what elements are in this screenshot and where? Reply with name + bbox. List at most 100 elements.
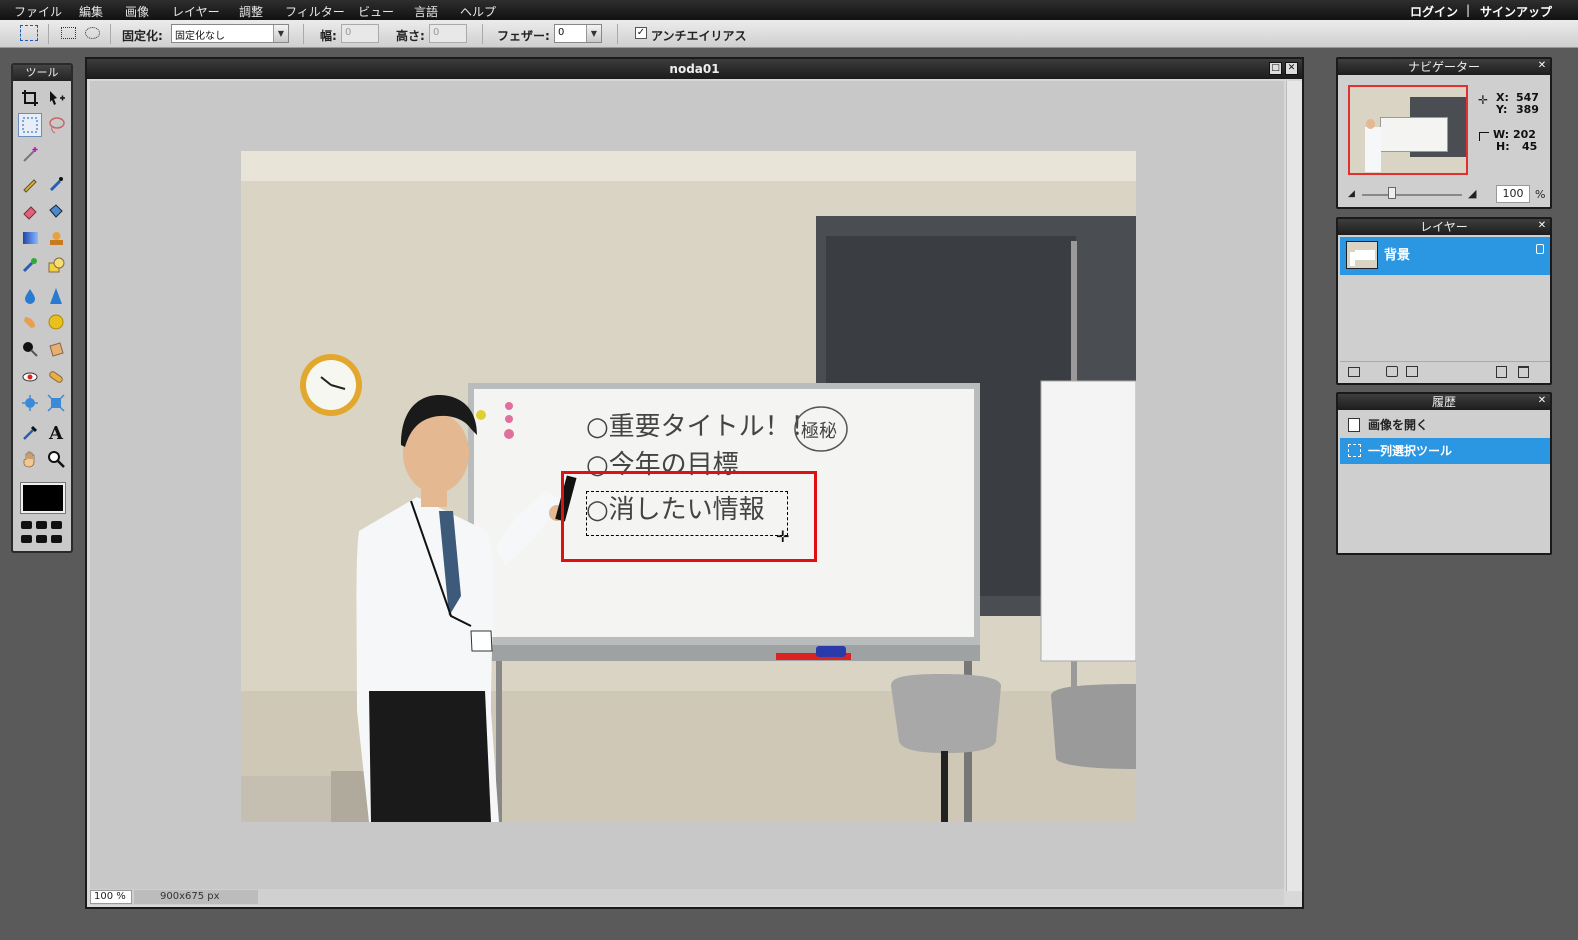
layer-style-icon[interactable] <box>1406 366 1418 377</box>
menu-language[interactable]: 言語 <box>414 3 438 20</box>
signup-link[interactable]: サインアップ <box>1480 3 1552 20</box>
tools-panel: ツール A <box>11 63 73 553</box>
fixed-select[interactable]: 固定化なし ▼ <box>171 24 289 43</box>
width-label: 幅: <box>320 29 337 43</box>
blur-tool-icon[interactable] <box>18 284 42 308</box>
layer-mask-icon[interactable] <box>1386 366 1398 377</box>
antialias-checkbox[interactable]: ✓ <box>635 27 647 39</box>
spot-heal-icon[interactable] <box>44 365 68 389</box>
document-title: noda01 <box>87 59 1302 79</box>
smudge-tool-icon[interactable] <box>18 310 42 334</box>
dodge-tool-icon[interactable] <box>44 337 68 361</box>
move-tool-icon[interactable] <box>44 86 68 110</box>
type-tool-icon[interactable]: A <box>44 421 68 445</box>
brush-tool-icon[interactable] <box>44 172 68 196</box>
gradient-tool-icon[interactable] <box>18 226 42 250</box>
menu-view[interactable]: ビュー <box>358 3 394 20</box>
menu-filter[interactable]: フィルター <box>285 3 345 20</box>
canvas-area[interactable]: ○重要タイトル！！ 極秘 ○今年の目標 ○消したい情報 ✛ <box>90 81 1284 891</box>
antialias-label: アンチエイリアス <box>651 29 747 43</box>
bloat-tool-icon[interactable] <box>18 391 42 415</box>
swatch-dot <box>21 521 32 529</box>
color-picker-icon[interactable] <box>18 421 42 445</box>
shape-tool-icon[interactable] <box>44 253 68 277</box>
chevron-down-icon[interactable]: ▼ <box>586 25 601 42</box>
history-title: 履歴 <box>1431 395 1456 409</box>
swatch-dot <box>21 535 32 543</box>
sponge-tool-icon[interactable] <box>44 310 68 334</box>
lasso-tool-icon[interactable] <box>44 113 68 137</box>
whiteboard-stamp: 極秘 <box>801 421 837 442</box>
history-item-selected[interactable]: 一列選択ツール <box>1340 438 1550 464</box>
zoom-slider-handle[interactable] <box>1388 187 1396 199</box>
image-canvas[interactable]: ○重要タイトル！！ 極秘 ○今年の目標 ○消したい情報 ✛ <box>241 151 1136 822</box>
swatch-dot <box>51 521 62 529</box>
magic-wand-icon[interactable] <box>18 142 42 166</box>
marquee-tool-icon[interactable] <box>18 113 42 137</box>
close-icon[interactable]: ✕ <box>1537 61 1547 71</box>
crop-tool-icon[interactable] <box>18 86 42 110</box>
width-field[interactable]: 0 <box>341 24 379 43</box>
pinch-tool-icon[interactable] <box>44 391 68 415</box>
ellipse-select-icon[interactable] <box>85 27 100 39</box>
close-icon[interactable]: ✕ <box>1537 396 1547 406</box>
pencil-tool-icon[interactable] <box>18 172 42 196</box>
lock-icon <box>1536 244 1544 254</box>
menu-bar: ファイル 編集 画像 レイヤー 調整 フィルター ビュー 言語 ヘルプ ログイン… <box>0 0 1578 20</box>
layer-row[interactable]: 背景 <box>1340 237 1550 275</box>
delete-layer-icon[interactable] <box>1518 366 1529 378</box>
menu-adjust[interactable]: 調整 <box>239 3 263 20</box>
height-label: 高さ: <box>396 29 425 43</box>
tools-title: ツール <box>13 65 71 81</box>
marquee-tool-icon <box>1348 444 1361 457</box>
menu-layer[interactable]: レイヤー <box>172 3 220 20</box>
eraser-tool-icon[interactable] <box>18 199 42 223</box>
navigator-panel: ナビゲーター ✕ ✛ X: 547 Y: 389 W: 202 H: 45 ◢ ◢… <box>1336 57 1552 209</box>
burn-tool-icon[interactable] <box>18 337 42 361</box>
chevron-down-icon[interactable]: ▼ <box>273 25 288 42</box>
swatch-dot <box>51 535 62 543</box>
marquee-tool-icon[interactable] <box>20 25 38 41</box>
status-bar: 100 % 900x675 px <box>90 889 1284 905</box>
zoom-in-icon[interactable]: ◢ <box>1468 187 1476 200</box>
close-icon[interactable]: ✕ <box>1537 221 1547 231</box>
paint-bucket-icon[interactable] <box>44 199 68 223</box>
nav-y-value: 389 <box>1516 103 1539 116</box>
login-link[interactable]: ログイン <box>1410 3 1458 20</box>
menu-help[interactable]: ヘルプ <box>460 3 496 20</box>
highlight-box <box>561 471 817 562</box>
color-replace-icon[interactable] <box>18 253 42 277</box>
navigator-thumbnail[interactable] <box>1348 85 1468 175</box>
maximize-icon[interactable]: □ <box>1269 62 1282 75</box>
zoom-tool-icon[interactable] <box>44 447 68 471</box>
height-field[interactable]: 0 <box>429 24 467 43</box>
vertical-scrollbar[interactable] <box>1286 81 1302 891</box>
crosshair-icon: ✛ <box>1478 93 1489 107</box>
open-image-icon <box>1348 418 1360 432</box>
layer-thumbnail <box>1346 241 1378 269</box>
history-item[interactable]: 画像を開く <box>1340 412 1550 438</box>
menu-file[interactable]: ファイル <box>14 3 62 20</box>
rectangle-select-icon[interactable] <box>61 27 76 39</box>
red-eye-tool-icon[interactable] <box>18 365 42 389</box>
sharpen-tool-icon[interactable] <box>44 284 68 308</box>
menu-image[interactable]: 画像 <box>125 3 149 20</box>
zoom-slider[interactable] <box>1362 194 1462 196</box>
options-bar: 固定化: 固定化なし ▼ 幅: 0 高さ: 0 フェザー: 0 ▼ ✓ アンチエ… <box>0 20 1578 48</box>
new-layer-icon[interactable] <box>1496 366 1507 378</box>
zoom-field[interactable]: 100 % <box>90 890 132 904</box>
clone-stamp-icon[interactable] <box>44 226 68 250</box>
hand-tool-icon[interactable] <box>18 447 42 471</box>
zoom-out-icon[interactable]: ◢ <box>1348 189 1355 199</box>
close-icon[interactable]: ✕ <box>1285 62 1298 75</box>
layers-title: レイヤー <box>1420 220 1468 234</box>
layer-settings-icon[interactable] <box>1348 367 1360 377</box>
foreground-color-swatch[interactable] <box>21 483 65 513</box>
feather-label: フェザー: <box>497 29 550 43</box>
layers-toolbar <box>1340 361 1550 381</box>
history-panel: 履歴 ✕ 画像を開く 一列選択ツール <box>1336 392 1552 555</box>
menu-edit[interactable]: 編集 <box>79 3 103 20</box>
nav-zoom-field[interactable]: 100 <box>1496 185 1530 203</box>
feather-select[interactable]: 0 ▼ <box>554 24 602 43</box>
history-item-label: 一列選択ツール <box>1368 444 1453 458</box>
